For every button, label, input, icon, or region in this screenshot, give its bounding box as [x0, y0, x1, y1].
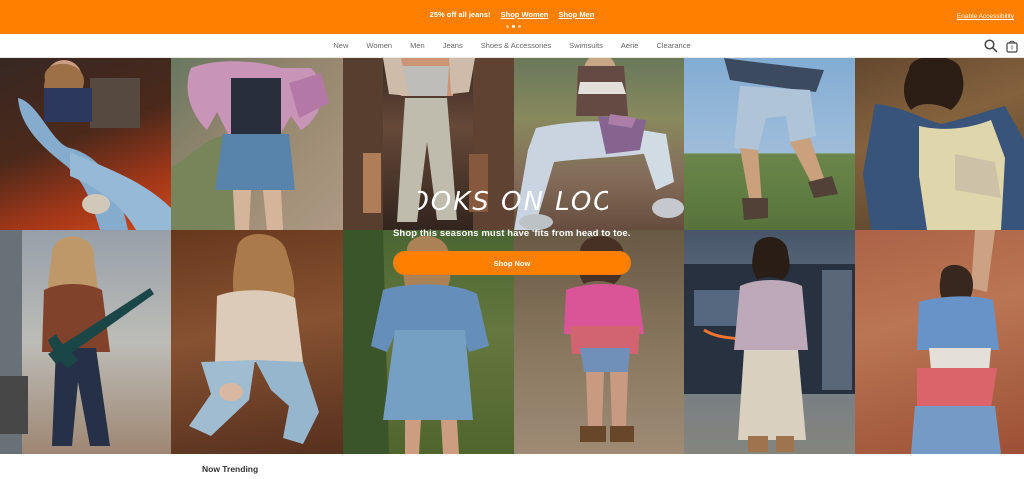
hero-headline-text: LOOKS ON LOOP: [418, 187, 608, 217]
shop-men-link[interactable]: Shop Men: [558, 10, 594, 19]
bag-count: 0: [1011, 46, 1014, 52]
promo-message: 25% off all jeans! Shop Women Shop Men: [0, 10, 1024, 19]
promo-carousel-dots: [506, 25, 521, 28]
nav-item-clearance[interactable]: Clearance: [656, 41, 690, 50]
nav-item-aerie[interactable]: Aerie: [621, 41, 639, 50]
shop-women-link[interactable]: Shop Women: [501, 10, 549, 19]
nav-item-jeans[interactable]: Jeans: [443, 41, 463, 50]
shopping-bag-icon[interactable]: 0: [1004, 38, 1020, 54]
carousel-dot[interactable]: [518, 25, 521, 28]
nav-item-shoes-accessories[interactable]: Shoes & Accessories: [481, 41, 551, 50]
nav-item-women[interactable]: Women: [366, 41, 392, 50]
promo-bar: 25% off all jeans! Shop Women Shop Men E…: [0, 0, 1024, 34]
search-icon[interactable]: [983, 38, 999, 54]
accessibility-link[interactable]: Enable Accessibility: [957, 13, 1014, 20]
now-trending-heading: Now Trending: [202, 464, 259, 474]
nav-item-new[interactable]: New: [333, 41, 348, 50]
hero-banner[interactable]: LOOKS ON LOOP Shop this seasons must hav…: [0, 58, 1024, 454]
nav-item-swimsuits[interactable]: Swimsuits: [569, 41, 603, 50]
promo-text: 25% off all jeans!: [429, 10, 491, 19]
shop-now-button[interactable]: Shop Now: [393, 251, 631, 275]
carousel-dot[interactable]: [506, 25, 509, 28]
main-navigation: New Women Men Jeans Shoes & Accessories …: [0, 34, 1024, 58]
nav-links: New Women Men Jeans Shoes & Accessories …: [0, 41, 1024, 50]
carousel-dot[interactable]: [512, 25, 515, 28]
nav-item-men[interactable]: Men: [410, 41, 425, 50]
hero-headline: LOOKS ON LOOP: [418, 187, 608, 217]
hero-subtext: Shop this seasons must have 'fits from h…: [393, 228, 631, 239]
